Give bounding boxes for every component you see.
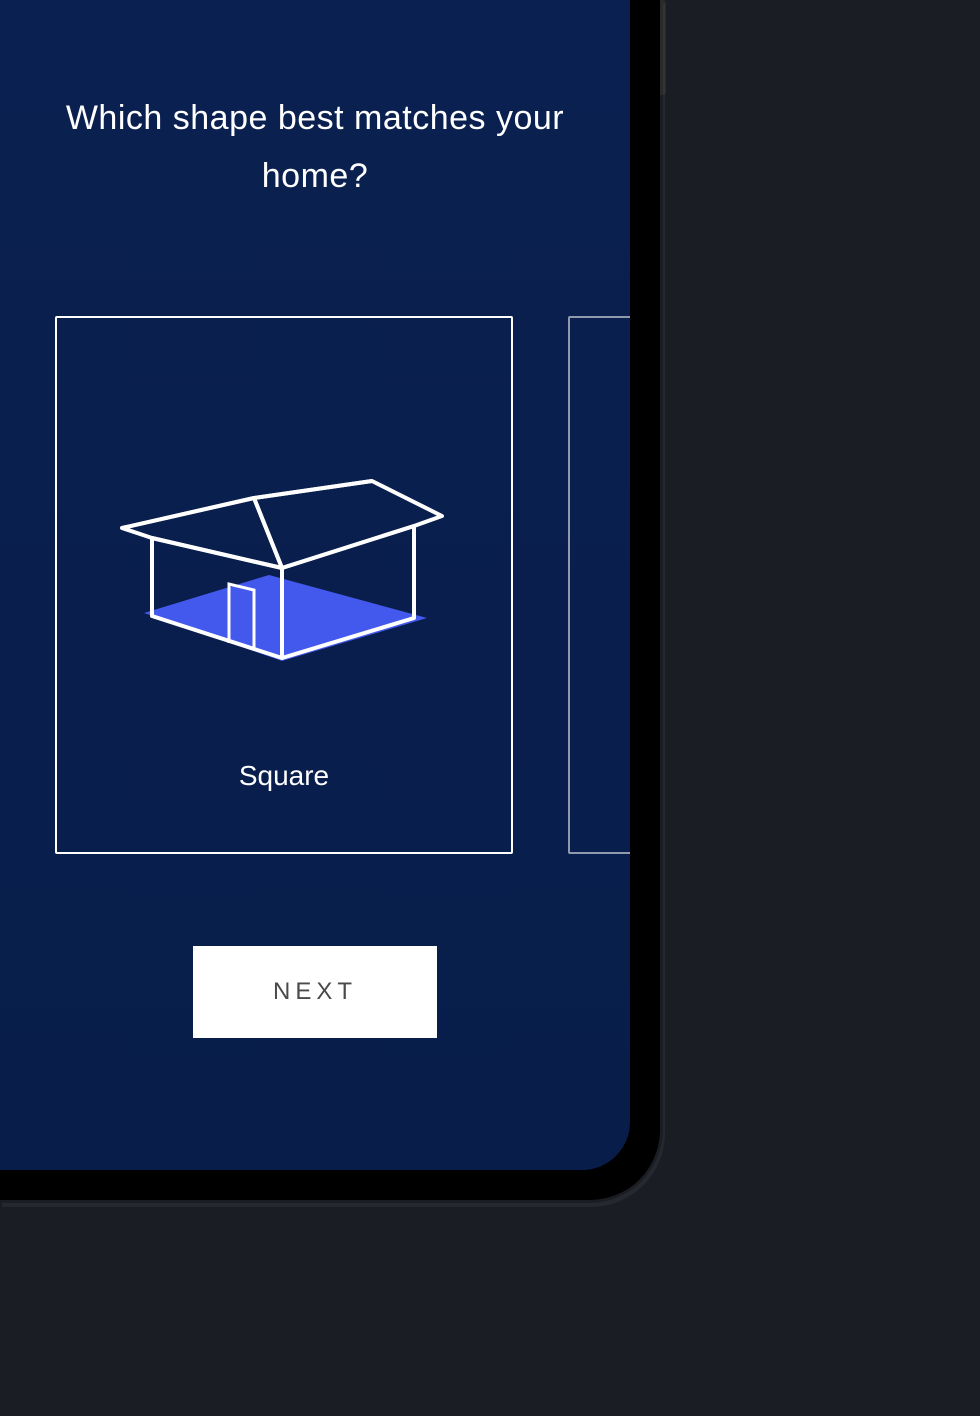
app-screen: Which shape best matches your home? [0, 0, 630, 1170]
shape-card-label: Square [239, 760, 329, 792]
device-frame: Which shape best matches your home? [0, 0, 660, 1200]
shape-cards-container: Square [0, 316, 630, 854]
shape-card-next[interactable] [568, 316, 630, 854]
button-area: NEXT [0, 946, 630, 1038]
house-square-icon [114, 478, 454, 678]
device-side-button [660, 0, 666, 95]
question-heading: Which shape best matches your home? [0, 90, 630, 206]
shape-card-square[interactable]: Square [55, 316, 513, 854]
next-button[interactable]: NEXT [193, 946, 437, 1038]
